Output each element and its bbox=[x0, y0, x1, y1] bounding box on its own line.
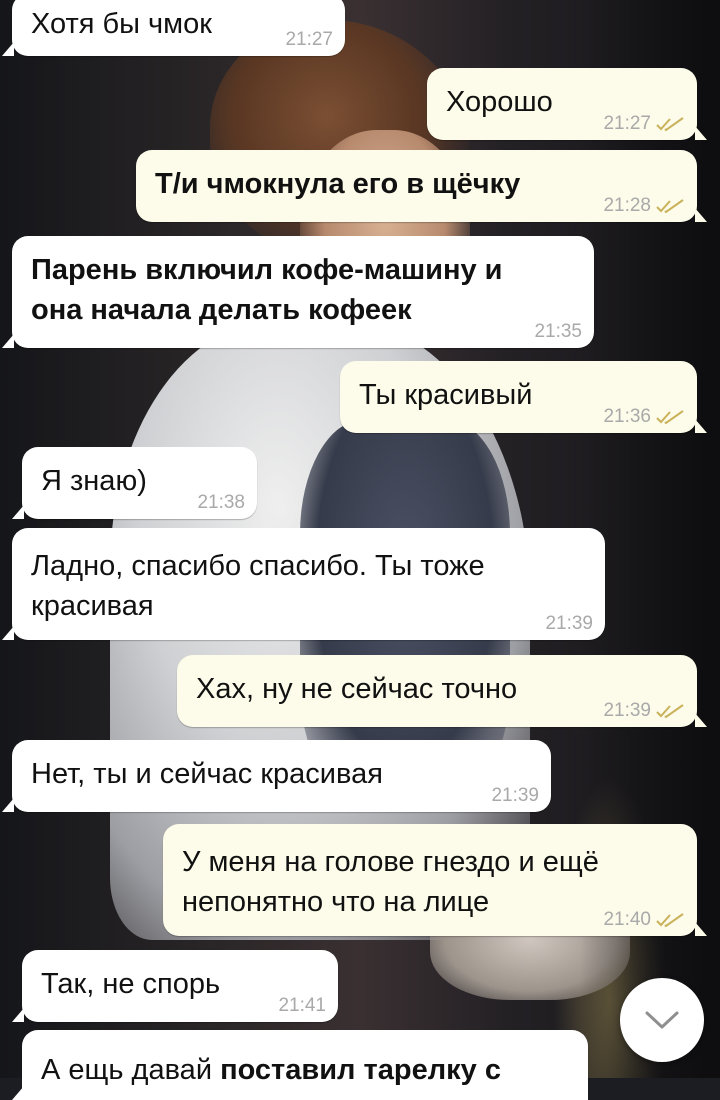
message-meta: 21:39 bbox=[545, 614, 593, 634]
message-text: Нет, ты и сейчас красивая bbox=[31, 758, 383, 790]
message-time: 21:39 bbox=[603, 700, 651, 721]
message-meta: 21:35 bbox=[534, 322, 582, 342]
message-incoming[interactable]: Так, не спорь 21:41 bbox=[12, 950, 338, 1022]
double-check-icon bbox=[656, 913, 684, 928]
double-check-icon bbox=[656, 117, 684, 132]
message-time: 21:35 bbox=[534, 321, 582, 342]
message-meta: 21:38 bbox=[197, 493, 245, 513]
message-time: 21:27 bbox=[603, 113, 651, 134]
message-text: Ладно, спасибо спасибо. Ты тоже красивая bbox=[31, 550, 485, 622]
message-incoming[interactable]: Парень включил кофе-машину и она начала … bbox=[2, 236, 594, 348]
message-meta: 21:36 bbox=[603, 407, 685, 427]
message-time: 21:39 bbox=[545, 613, 593, 634]
double-check-icon bbox=[656, 410, 684, 425]
message-meta: 21:39 bbox=[491, 786, 539, 806]
message-incoming[interactable]: Я знаю) 21:38 bbox=[12, 447, 257, 519]
message-text-plain: А ещь давай bbox=[41, 1054, 221, 1086]
message-text-bold: поставил тарелку с bbox=[220, 1054, 501, 1086]
message-incoming[interactable]: Нет, ты и сейчас красивая 21:39 bbox=[2, 740, 551, 812]
double-check-icon bbox=[656, 704, 684, 719]
message-time: 21:27 bbox=[285, 29, 333, 50]
message-meta: 21:39 bbox=[603, 701, 685, 721]
message-time: 21:41 bbox=[278, 995, 326, 1016]
message-outgoing[interactable]: Ты красивый 21:36 bbox=[340, 361, 707, 433]
message-incoming[interactable]: Хотя бы чмок 21:27 bbox=[2, 0, 345, 56]
message-time: 21:28 bbox=[603, 195, 651, 216]
message-meta: 21:27 bbox=[603, 114, 685, 134]
message-outgoing[interactable]: Хах, ну не сейчас точно 21:39 bbox=[177, 655, 707, 727]
chevron-down-icon bbox=[645, 1011, 679, 1029]
message-incoming[interactable]: А ещь давай поставил тарелку с bbox=[12, 1030, 588, 1100]
message-outgoing[interactable]: У меня на голове гнездо и ещё непонятно … bbox=[163, 824, 707, 936]
message-time: 21:36 bbox=[603, 406, 651, 427]
message-meta: 21:40 bbox=[603, 910, 685, 930]
message-outgoing[interactable]: Хорошо 21:27 bbox=[427, 68, 707, 140]
message-incoming[interactable]: Ладно, спасибо спасибо. Ты тоже красивая… bbox=[2, 528, 605, 640]
message-time: 21:40 bbox=[603, 909, 651, 930]
message-time: 21:38 bbox=[197, 492, 245, 513]
message-outgoing[interactable]: Т/и чмокнула его в щёчку 21:28 bbox=[136, 150, 707, 222]
message-meta: 21:41 bbox=[278, 996, 326, 1016]
message-time: 21:39 bbox=[491, 785, 539, 806]
scroll-to-bottom-button[interactable] bbox=[620, 978, 704, 1062]
message-meta: 21:27 bbox=[285, 30, 333, 50]
message-meta: 21:28 bbox=[603, 196, 685, 216]
message-text: А ещь давай поставил тарелку с bbox=[41, 1050, 574, 1090]
double-check-icon bbox=[656, 199, 684, 214]
message-text: Парень включил кофе-машину и она начала … bbox=[31, 254, 503, 326]
